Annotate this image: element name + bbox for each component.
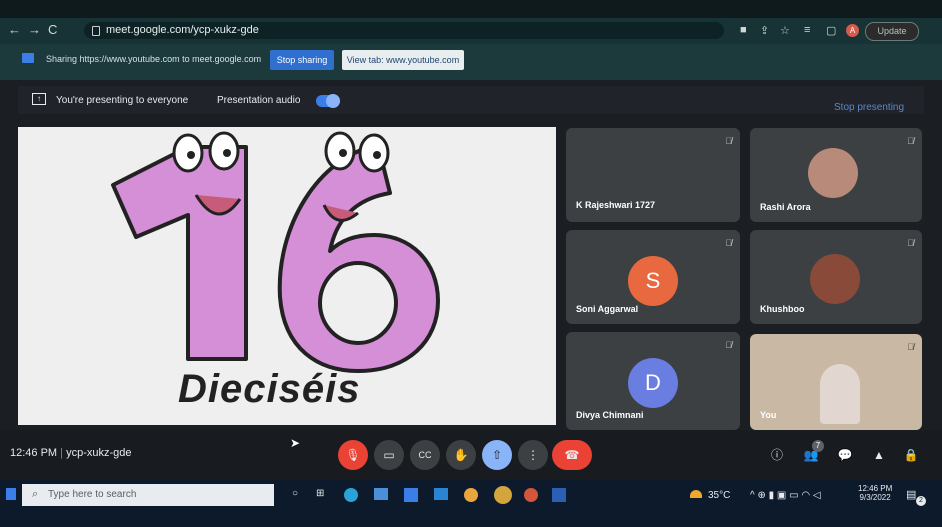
sharing-text: Sharing https://www.youtube.com to meet.… bbox=[46, 54, 262, 64]
mic-off-icon: 🎙̸ bbox=[907, 342, 914, 352]
notification-count-badge: 2 bbox=[916, 496, 926, 506]
edge-icon[interactable] bbox=[344, 488, 358, 502]
profile-avatar[interactable]: A bbox=[846, 24, 859, 37]
avatar: D bbox=[628, 358, 678, 408]
camera-button[interactable]: ▭ bbox=[374, 440, 404, 470]
chrome-icon[interactable] bbox=[464, 488, 478, 502]
stop-presenting-button[interactable]: Stop presenting bbox=[834, 102, 904, 113]
store-icon[interactable] bbox=[404, 488, 418, 502]
mouse-cursor: ➤ bbox=[290, 436, 301, 450]
participant-tile[interactable]: 🎙̸ S Soni Aggarwal bbox=[566, 230, 740, 324]
presentation-audio-label: Presentation audio bbox=[217, 95, 301, 106]
meeting-code: ycp-xukz-gde bbox=[66, 447, 132, 459]
temperature: 35°C bbox=[708, 490, 731, 501]
raise-hand-button[interactable]: ✋ bbox=[446, 440, 476, 470]
bookmark-star-icon[interactable]: ☆ bbox=[780, 24, 790, 37]
chat-icon[interactable]: 💬 bbox=[830, 440, 860, 470]
mic-off-icon: 🎙̸ bbox=[725, 238, 732, 248]
participant-name: Rashi Arora bbox=[760, 202, 811, 212]
presenting-text: You're presenting to everyone bbox=[56, 95, 189, 106]
mic-off-icon: 🎙̸ bbox=[907, 136, 914, 146]
reload-icon[interactable]: C bbox=[48, 22, 57, 37]
presentation-audio-toggle[interactable] bbox=[316, 94, 340, 108]
avatar: S bbox=[628, 256, 678, 306]
powerpoint-icon[interactable] bbox=[524, 488, 538, 502]
clock-date: 9/3/2022 bbox=[859, 493, 891, 502]
chrome-active-icon[interactable] bbox=[494, 486, 512, 504]
slide-caption: Dieciséis bbox=[178, 367, 361, 411]
stop-sharing-button[interactable]: Stop sharing bbox=[270, 50, 334, 70]
search-icon: ⌕ bbox=[32, 488, 39, 500]
more-options-button[interactable]: ⋮ bbox=[518, 440, 548, 470]
self-video bbox=[820, 364, 860, 424]
present-icon: ↑ bbox=[32, 93, 46, 105]
participant-tile[interactable]: 🎙̸ Khushboo bbox=[750, 230, 922, 324]
clock-time: 12:46 PM bbox=[858, 484, 893, 493]
share-icon[interactable]: ⇪ bbox=[760, 24, 769, 37]
microphone-off-button[interactable]: 🎙 bbox=[338, 440, 368, 470]
clock[interactable]: 12:46 PM 9/3/2022 bbox=[858, 484, 892, 502]
side-panel-icon[interactable]: ▢ bbox=[826, 24, 836, 37]
update-button[interactable]: Update bbox=[865, 22, 919, 41]
participant-tile[interactable]: 🎙̸ D Divya Chimnani bbox=[566, 332, 740, 430]
word-icon[interactable] bbox=[552, 488, 566, 502]
meeting-time: 12:46 PM bbox=[10, 447, 58, 459]
lock-icon bbox=[92, 26, 100, 36]
forward-icon[interactable]: → bbox=[28, 22, 41, 37]
participant-name: Khushboo bbox=[760, 304, 805, 314]
participant-tile[interactable]: 🎙̸ Rashi Arora bbox=[750, 128, 922, 222]
people-count-badge: 7 bbox=[812, 440, 824, 452]
screen-share-icon bbox=[22, 53, 34, 63]
host-controls-icon[interactable]: 🔒 bbox=[896, 440, 926, 470]
shared-slide: Dieciséis bbox=[18, 127, 556, 425]
taskbar-search-input[interactable]: Type here to search bbox=[22, 484, 274, 506]
file-explorer-icon[interactable] bbox=[374, 488, 388, 500]
captions-button[interactable]: CC bbox=[410, 440, 440, 470]
start-icon[interactable] bbox=[6, 488, 16, 500]
meeting-details-icon[interactable]: ⓘ bbox=[762, 440, 792, 470]
meeting-info: 12:46 PM | ycp-xukz-gde bbox=[10, 447, 132, 459]
task-view-icon[interactable]: ⊞ bbox=[316, 488, 324, 499]
url-text: meet.google.com/ycp-xukz-gde bbox=[106, 24, 259, 36]
view-tab-button[interactable]: View tab: www.youtube.com bbox=[342, 50, 464, 70]
participant-tile[interactable]: 🎙̸ K Rajeshwari 1727 bbox=[566, 128, 740, 222]
self-view-tile[interactable]: 🎙̸ You bbox=[750, 334, 922, 430]
camera-indicator-icon[interactable]: ■ bbox=[740, 24, 747, 36]
back-icon[interactable]: ← bbox=[8, 22, 21, 37]
participant-name: Divya Chimnani bbox=[576, 410, 644, 420]
notifications-icon[interactable]: ▤ bbox=[906, 488, 916, 501]
avatar bbox=[808, 148, 858, 198]
weather-icon bbox=[690, 490, 702, 498]
activities-icon[interactable]: ▲ bbox=[864, 440, 894, 470]
leave-call-button[interactable]: ☎ bbox=[552, 440, 592, 470]
reading-list-icon[interactable]: ≡ bbox=[804, 24, 810, 36]
mic-off-icon: 🎙̸ bbox=[725, 136, 732, 146]
mic-off-icon: 🎙̸ bbox=[907, 238, 914, 248]
avatar bbox=[810, 254, 860, 304]
cortana-icon[interactable]: ○ bbox=[292, 488, 298, 499]
search-placeholder: Type here to search bbox=[48, 489, 137, 500]
mail-icon[interactable] bbox=[434, 488, 448, 500]
present-now-button[interactable]: ⇧ bbox=[482, 440, 512, 470]
mic-off-icon: 🎙̸ bbox=[725, 340, 732, 350]
participant-name: You bbox=[760, 410, 777, 420]
browser-tab-strip bbox=[0, 0, 942, 18]
participant-name: Soni Aggarwal bbox=[576, 304, 639, 314]
tray-icons[interactable]: ^ ⊕ ▮ ▣ ▭ ◠ ◁ bbox=[750, 490, 821, 501]
address-bar[interactable]: meet.google.com/ycp-xukz-gde bbox=[84, 22, 724, 39]
participant-name: K Rajeshwari 1727 bbox=[576, 200, 656, 210]
